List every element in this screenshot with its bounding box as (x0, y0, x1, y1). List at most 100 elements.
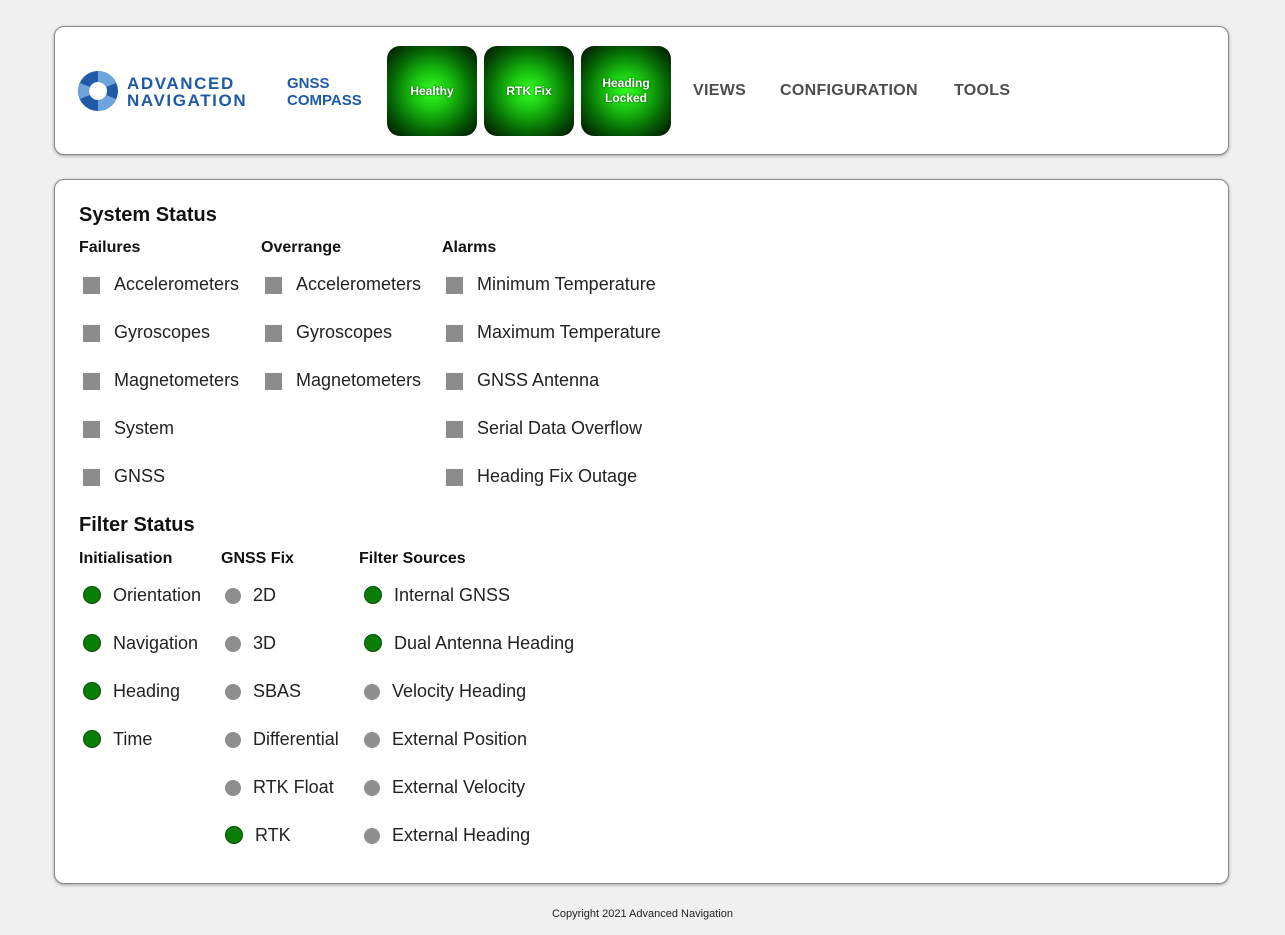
indicator-off-icon (225, 588, 241, 604)
indicator-off-icon (225, 780, 241, 796)
status-indicator-icon (446, 373, 463, 390)
gnssfix-item-3d: 3D (225, 633, 276, 653)
brand-wordmark: ADVANCED NAVIGATION (127, 75, 247, 109)
indicator-label: System (114, 418, 175, 438)
status-indicator-icon (446, 325, 463, 342)
indicator-label: Accelerometers (114, 274, 240, 294)
gnss-fix-heading: GNSS Fix (221, 550, 294, 567)
status-indicator-icon (83, 325, 100, 342)
status-indicator-icon (83, 469, 100, 486)
initialisation-heading: Initialisation (79, 550, 173, 567)
alarms-item-gnss-antenna: GNSS Antenna (446, 370, 599, 390)
indicator-off-icon (364, 732, 380, 748)
alarms-item-minimum-temperature: Minimum Temperature (446, 274, 656, 294)
filter-status-title: Filter Status (79, 514, 195, 536)
indicator-on-icon (83, 682, 101, 700)
indicator-label: GNSS Antenna (477, 370, 600, 390)
failures-item-magnetometers: Magnetometers (83, 370, 239, 390)
overrange-item-gyroscopes: Gyroscopes (265, 322, 392, 342)
failures-heading: Failures (79, 239, 141, 256)
status-healthy-button[interactable]: Healthy (387, 46, 477, 136)
alarms-heading: Alarms (442, 239, 497, 256)
indicator-label: Differential (253, 729, 339, 749)
status-indicator-icon (265, 277, 282, 294)
status-indicator-icon (446, 277, 463, 294)
status-indicator-icon (83, 277, 100, 294)
indicator-label: Dual Antenna Heading (394, 633, 575, 653)
header-bar: ADVANCED NAVIGATION GNSS COMPASS Healthy… (54, 26, 1229, 155)
status-panel: System Status Failures Overrange Alarms … (54, 179, 1229, 884)
indicator-label: Accelerometers (296, 274, 422, 294)
indicator-label: Internal GNSS (394, 585, 511, 605)
brand-line-1: ADVANCED (127, 74, 235, 93)
alarms-item-serial-data-overflow: Serial Data Overflow (446, 418, 642, 438)
status-rtk-fix-button[interactable]: RTK Fix (484, 46, 574, 136)
status-indicator-icon (446, 421, 463, 438)
indicator-on-icon (364, 634, 382, 652)
status-heading-label-line1: Heading (602, 76, 650, 90)
indicator-on-icon (83, 586, 101, 604)
indicator-off-icon (364, 684, 380, 700)
init-item-heading: Heading (83, 681, 180, 701)
brand-line-2: NAVIGATION (127, 91, 248, 110)
failures-item-gyroscopes: Gyroscopes (83, 322, 210, 342)
status-healthy-label: Healthy (410, 83, 454, 98)
gnssfix-item-rtk: RTK (225, 825, 291, 845)
indicator-on-icon (364, 586, 382, 604)
indicator-label: Gyroscopes (114, 322, 211, 342)
indicator-label: Time (113, 729, 153, 749)
failures-item-gnss: GNSS (83, 466, 165, 486)
indicator-on-icon (83, 730, 101, 748)
system-status-title: System Status (79, 204, 217, 226)
indicator-label: Gyroscopes (296, 322, 393, 342)
init-item-navigation: Navigation (83, 633, 198, 653)
indicator-off-icon (364, 780, 380, 796)
indicator-label: Heading Fix Outage (477, 466, 638, 486)
indicator-label: Velocity Heading (392, 681, 527, 701)
product-line-1: GNSS (287, 75, 330, 92)
indicator-label: Magnetometers (296, 370, 422, 390)
indicator-off-icon (364, 828, 380, 844)
sources-item-external-position: External Position (364, 729, 527, 749)
indicator-label: GNSS (114, 466, 166, 486)
product-name: GNSS COMPASS (287, 75, 362, 109)
indicator-label: RTK (255, 825, 291, 845)
status-rtk-fix-label: RTK Fix (506, 83, 552, 98)
failures-item-system: System (83, 418, 174, 438)
status-indicator-icon (265, 325, 282, 342)
indicator-label: External Heading (392, 825, 531, 845)
gnssfix-item-sbas: SBAS (225, 681, 301, 701)
indicator-label: Heading (113, 681, 181, 701)
indicator-on-icon (83, 634, 101, 652)
init-item-orientation: Orientation (83, 585, 201, 605)
status-indicator-icon (83, 421, 100, 438)
status-indicator-icon (265, 373, 282, 390)
indicator-label: Magnetometers (114, 370, 240, 390)
sources-item-velocity-heading: Velocity Heading (364, 681, 526, 701)
indicator-label: External Position (392, 729, 528, 749)
copyright-footer: Copyright 2021 Advanced Navigation (551, 908, 733, 920)
indicator-label: RTK Float (253, 777, 334, 797)
overrange-item-accelerometers: Accelerometers (265, 274, 421, 294)
indicator-label: SBAS (253, 681, 302, 701)
gnssfix-item-2d: 2D (225, 585, 276, 605)
status-indicator-icon (446, 469, 463, 486)
status-heading-locked-button[interactable]: Heading Locked (581, 46, 671, 136)
indicator-on-icon (225, 826, 243, 844)
indicator-label: Navigation (113, 633, 199, 653)
menu-tools[interactable]: TOOLS (954, 82, 1010, 100)
indicator-label: 2D (253, 585, 277, 605)
failures-item-accelerometers: Accelerometers (83, 274, 239, 294)
alarms-item-maximum-temperature: Maximum Temperature (446, 322, 661, 342)
gnssfix-item-differential: Differential (225, 729, 339, 749)
sources-item-dual-antenna-heading: Dual Antenna Heading (364, 633, 574, 653)
indicator-off-icon (225, 732, 241, 748)
menu-configuration[interactable]: CONFIGURATION (780, 82, 918, 100)
overrange-item-magnetometers: Magnetometers (265, 370, 421, 390)
alarms-item-heading-fix-outage: Heading Fix Outage (446, 466, 637, 486)
status-indicator-icon (83, 373, 100, 390)
indicator-label: External Velocity (392, 777, 526, 797)
sources-item-internal-gnss: Internal GNSS (364, 585, 510, 605)
overrange-heading: Overrange (261, 239, 342, 256)
menu-views[interactable]: VIEWS (693, 82, 746, 100)
